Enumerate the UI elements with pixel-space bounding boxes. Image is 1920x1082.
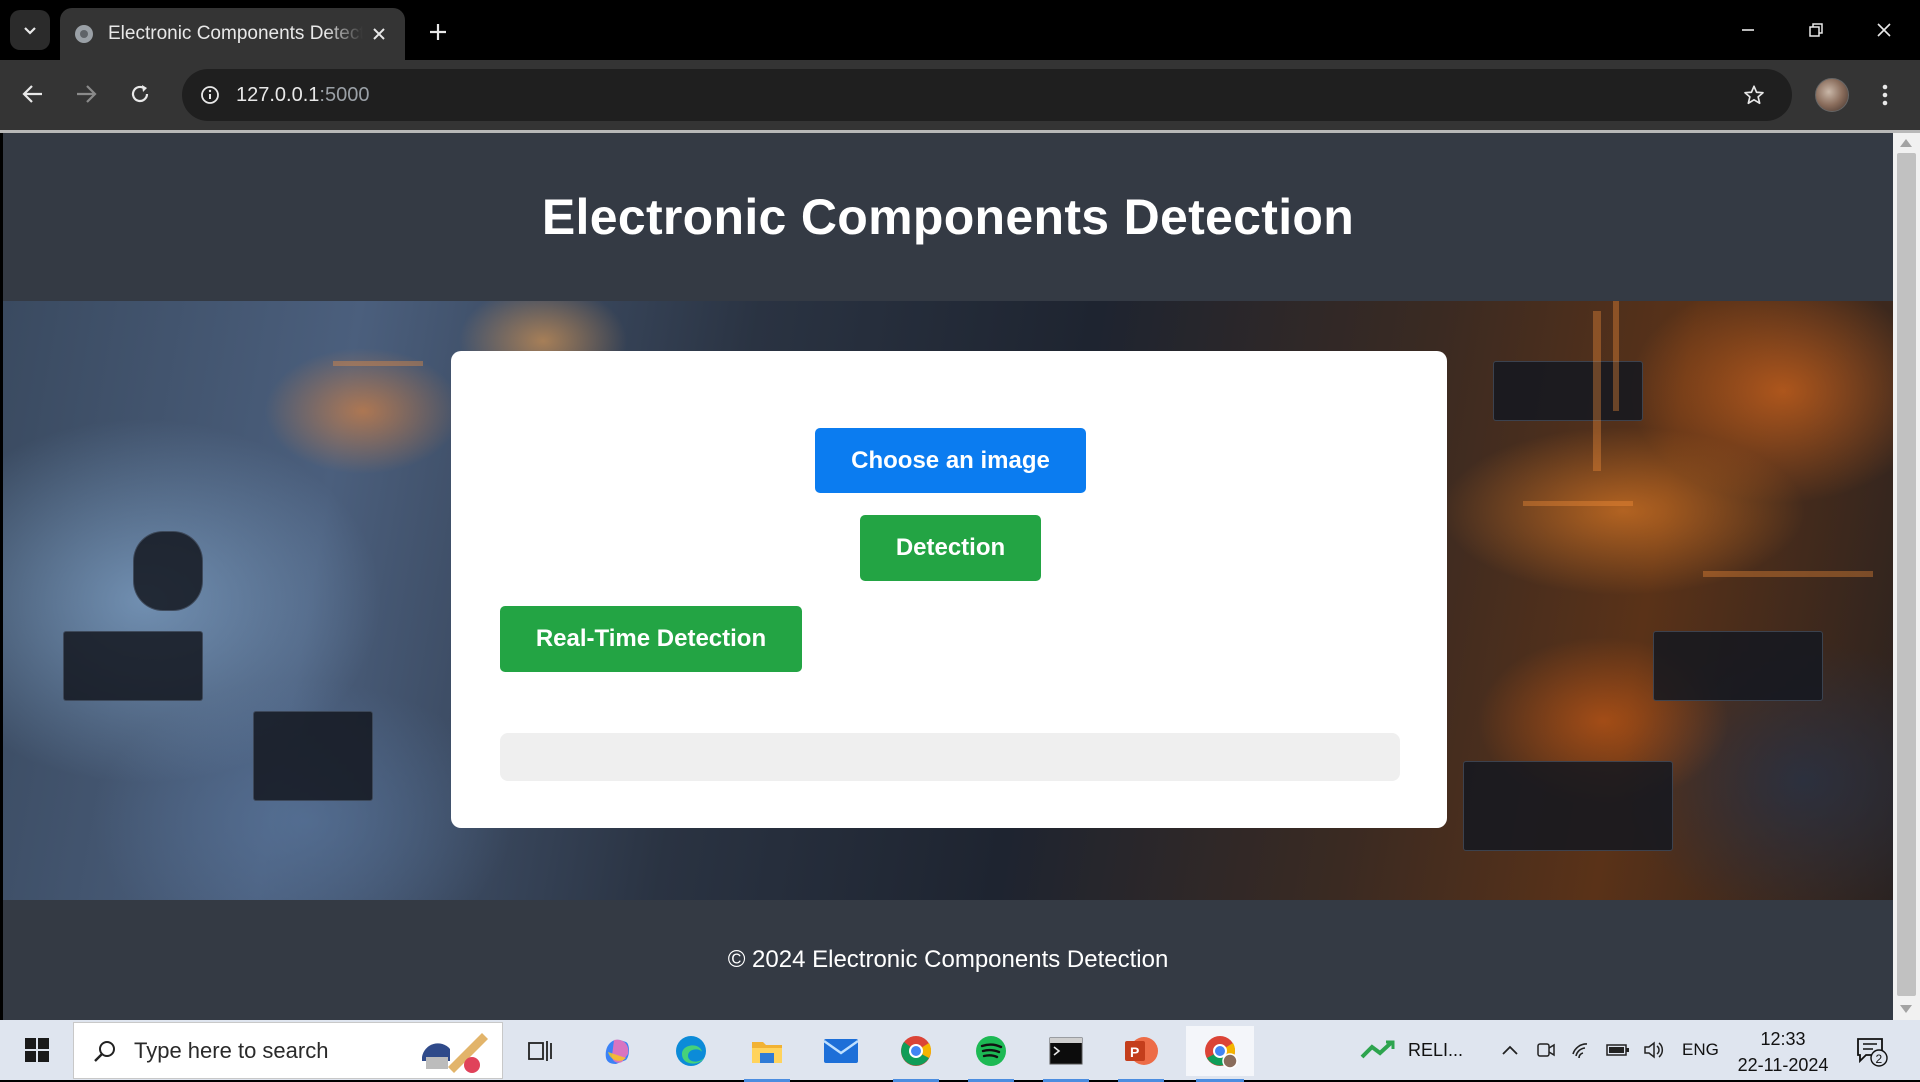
edge-button[interactable]: [662, 1026, 720, 1076]
decor-chip: [1463, 761, 1673, 851]
clock-time: 12:33: [1760, 1029, 1806, 1049]
task-view-icon: [528, 1041, 552, 1061]
notification-icon: 2: [1857, 1038, 1888, 1067]
decor-chip: [253, 711, 373, 801]
mail-button[interactable]: [812, 1026, 870, 1076]
decor-chip: [1493, 361, 1643, 421]
plus-icon: [430, 24, 446, 40]
file-explorer-icon: [752, 1042, 782, 1063]
stock-trend-icon[interactable]: [1360, 1038, 1396, 1062]
new-tab-button[interactable]: [420, 14, 456, 50]
url-port: :5000: [319, 83, 370, 106]
tab-search-button[interactable]: [10, 10, 50, 50]
chevron-up-icon[interactable]: [1498, 1038, 1522, 1062]
choose-image-button[interactable]: Choose an image: [815, 428, 1086, 493]
url-text[interactable]: 127.0.0.1:5000: [236, 84, 369, 107]
taskbar-search-box[interactable]: Type here to search: [73, 1022, 503, 1079]
page-viewport: Electronic Components Detection Choose a…: [3, 133, 1893, 1020]
address-bar[interactable]: 127.0.0.1:5000: [182, 69, 1792, 121]
decor-trace: [333, 361, 423, 366]
terminal-button[interactable]: [1037, 1026, 1095, 1082]
tab-title: Electronic Components Detection: [108, 23, 363, 44]
decor-trace: [1613, 301, 1619, 411]
decor-chip: [1653, 631, 1823, 701]
tab-close-icon[interactable]: [367, 22, 391, 46]
system-clock[interactable]: 12:33 22-11-2024: [1728, 1026, 1838, 1078]
edge-icon: [676, 1036, 706, 1066]
wifi-icon[interactable]: [1570, 1038, 1594, 1062]
chevron-down-icon: [24, 27, 36, 35]
restore-icon: [1809, 23, 1823, 37]
close-icon: [1877, 23, 1891, 37]
reload-button[interactable]: [118, 72, 162, 116]
upload-card: Choose an image Detection Real-Time Dete…: [451, 351, 1447, 828]
task-view-button[interactable]: [512, 1026, 570, 1076]
browser-tab-active[interactable]: Electronic Components Detection: [60, 8, 405, 60]
spotify-button[interactable]: [962, 1026, 1020, 1082]
reload-icon: [131, 85, 149, 103]
svg-text:P: P: [1130, 1044, 1139, 1060]
realtime-detection-button[interactable]: Real-Time Detection: [500, 606, 802, 672]
language-indicator[interactable]: ENG: [1682, 1020, 1719, 1080]
url-host: 127.0.0.1: [236, 83, 320, 106]
windows-logo-icon: [25, 1038, 49, 1062]
forward-button[interactable]: [64, 72, 108, 116]
notification-count: 2: [1876, 1052, 1883, 1066]
scroll-thumb[interactable]: [1897, 153, 1916, 996]
notification-center-button[interactable]: 2: [1854, 1034, 1888, 1068]
arrow-left-icon: [22, 85, 42, 103]
powerpoint-button[interactable]: P: [1112, 1026, 1170, 1082]
browser-toolbar: 127.0.0.1:5000: [0, 60, 1920, 130]
file-explorer-button[interactable]: [738, 1026, 796, 1082]
copilot-button[interactable]: [588, 1026, 646, 1076]
footer-copyright: © 2024 Electronic Components Detection: [727, 946, 1169, 973]
more-vertical-icon: [1882, 84, 1888, 106]
volume-icon[interactable]: [1642, 1038, 1666, 1062]
arrow-right-icon: [77, 85, 97, 103]
mail-icon: [823, 1039, 859, 1063]
page-scrollbar[interactable]: [1893, 133, 1920, 1020]
search-placeholder: Type here to search: [134, 1037, 329, 1063]
cricket-helmet-bat-icon: [422, 1033, 488, 1073]
globe-icon: [75, 25, 93, 43]
battery-icon[interactable]: [1606, 1038, 1630, 1062]
bookmark-star-icon[interactable]: [1736, 77, 1772, 113]
meet-now-icon[interactable]: [1534, 1038, 1558, 1062]
chrome-profile-button[interactable]: [1186, 1026, 1254, 1082]
chrome-icon: [901, 1036, 932, 1066]
copilot-icon: [605, 1039, 629, 1064]
decor-chip: [63, 631, 203, 701]
decor-trace: [1523, 501, 1633, 506]
browser-tab-bar: Electronic Components Detection: [0, 0, 1920, 60]
powerpoint-icon: P: [1125, 1037, 1158, 1065]
detection-button[interactable]: Detection: [860, 515, 1041, 581]
browser-menu-button[interactable]: [1870, 78, 1900, 112]
minimize-icon: [1742, 29, 1754, 31]
decor-capacitor: [133, 531, 203, 611]
page-footer: © 2024 Electronic Components Detection: [3, 900, 1893, 1020]
decor-trace: [1703, 571, 1873, 577]
start-button[interactable]: [10, 1030, 64, 1070]
profile-avatar[interactable]: [1815, 78, 1849, 112]
minimize-button[interactable]: [1720, 8, 1776, 52]
scroll-up-arrow-icon[interactable]: [1900, 139, 1912, 147]
spotify-icon: [976, 1036, 1006, 1066]
restore-button[interactable]: [1788, 8, 1844, 52]
page-header: Electronic Components Detection: [3, 133, 1893, 301]
search-icon: [90, 1036, 120, 1066]
back-button[interactable]: [11, 72, 55, 116]
windows-taskbar: Type here to search P RELI... ENG 12:33 …: [0, 1020, 1920, 1082]
close-window-button[interactable]: [1856, 8, 1912, 52]
stock-ticker-label[interactable]: RELI...: [1408, 1020, 1463, 1080]
terminal-icon: [1049, 1037, 1083, 1065]
site-info-icon[interactable]: [190, 75, 230, 115]
clock-date: 22-11-2024: [1737, 1055, 1829, 1075]
chrome-button[interactable]: [887, 1026, 945, 1082]
result-area: [500, 733, 1400, 781]
chrome-profile-icon: [1205, 1036, 1238, 1069]
decor-trace: [1593, 311, 1601, 471]
scroll-down-arrow-icon[interactable]: [1900, 1005, 1912, 1013]
page-title: Electronic Components Detection: [541, 189, 1355, 245]
